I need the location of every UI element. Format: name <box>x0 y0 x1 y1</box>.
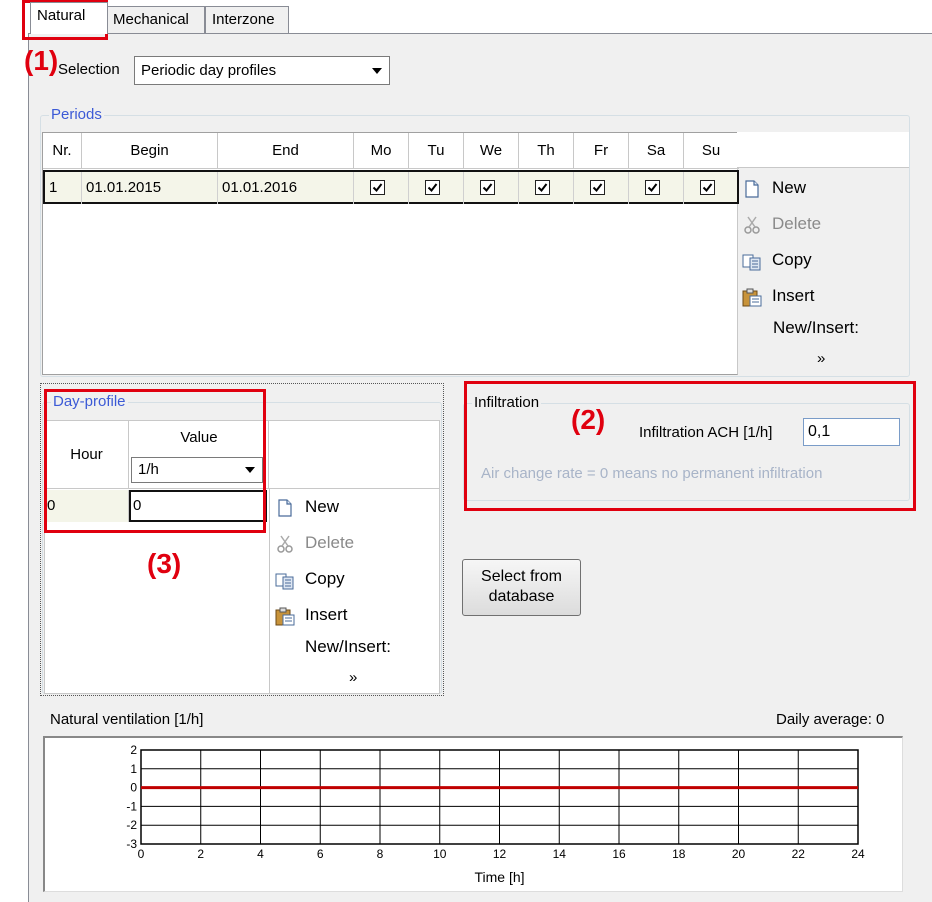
col-th: Th <box>519 133 574 169</box>
selection-combo[interactable]: Periodic day profiles <box>134 56 390 85</box>
periods-actions-header <box>737 132 909 168</box>
col-nr: Nr. <box>43 133 82 169</box>
y-tick-label: -2 <box>126 818 137 832</box>
x-tick-label: 12 <box>493 847 507 861</box>
copy-icon <box>275 573 294 590</box>
periods-grid[interactable]: Nr. Begin End Mo Tu We Th Fr Sa Su 1 01.… <box>42 132 739 375</box>
annotation-box-2 <box>464 381 916 511</box>
copy-icon <box>742 254 761 271</box>
day-copy-label: Copy <box>305 569 345 588</box>
select-from-database-button[interactable]: Select from database <box>462 559 581 616</box>
periods-copy-label: Copy <box>772 250 812 269</box>
y-tick-label: -1 <box>126 799 137 813</box>
checkbox-su[interactable] <box>700 180 715 195</box>
chart-canvas: 0 2 4 6 8 10 12 14 16 18 20 22 24210-1-2-3Time [h] <box>126 743 865 885</box>
tab-mechanical-label: Mechanical <box>113 11 189 28</box>
annotation-box-3 <box>44 389 266 533</box>
checkbox-th[interactable] <box>535 180 550 195</box>
x-tick-label: 2 <box>197 847 204 861</box>
x-tick-label: 24 <box>851 847 865 861</box>
selection-label: Selection <box>58 61 120 78</box>
annotation-label-1: (1) <box>24 45 59 76</box>
col-begin: Begin <box>82 133 218 169</box>
new-document-icon <box>745 180 759 198</box>
checkbox-mo[interactable] <box>370 180 385 195</box>
periods-legend: Periods <box>49 106 104 123</box>
day-delete-label: Delete <box>305 533 355 552</box>
annotation-label-3: (3) <box>147 548 182 579</box>
col-sa: Sa <box>629 133 684 169</box>
select-button-line2: database <box>488 588 555 605</box>
x-tick-label: 18 <box>672 847 686 861</box>
scissors-icon <box>277 535 293 553</box>
table-row[interactable]: 1 01.01.2015 01.01.2016 <box>43 170 739 204</box>
x-tick-label: 10 <box>433 847 447 861</box>
tab-mechanical[interactable]: Mechanical <box>106 6 205 34</box>
x-tick-label: 0 <box>138 847 145 861</box>
periods-insert-label: Insert <box>772 286 815 305</box>
col-end: End <box>218 133 354 169</box>
checkbox-fr[interactable] <box>590 180 605 195</box>
col-fr: Fr <box>574 133 629 169</box>
col-mo: Mo <box>354 133 409 169</box>
col-tu: Tu <box>409 133 464 169</box>
checkbox-sa[interactable] <box>645 180 660 195</box>
select-button-line1: Select from <box>481 568 562 585</box>
periods-new-insert-label: New/Insert: <box>773 318 859 337</box>
col-su: Su <box>684 133 739 169</box>
selection-value: Periodic day profiles <box>141 62 277 79</box>
x-tick-label: 22 <box>792 847 806 861</box>
tab-interzone-label: Interzone <box>212 11 275 28</box>
day-new-insert-label: New/Insert: <box>305 637 391 656</box>
chart-title: Natural ventilation [1/h] <box>50 711 204 728</box>
x-tick-label: 8 <box>377 847 384 861</box>
x-tick-label: 20 <box>732 847 746 861</box>
x-tick-label: 4 <box>257 847 264 861</box>
row-end[interactable]: 01.01.2016 <box>218 172 354 204</box>
day-more-button[interactable]: » <box>349 669 357 686</box>
periods-new-label: New <box>772 178 807 197</box>
checkbox-tu[interactable] <box>425 180 440 195</box>
y-tick-label: 0 <box>130 781 137 795</box>
divider <box>269 489 270 694</box>
paste-clipboard-icon <box>742 288 762 307</box>
y-tick-label: 1 <box>130 762 137 776</box>
x-tick-label: 16 <box>612 847 626 861</box>
x-tick-label: 6 <box>317 847 324 861</box>
col-we: We <box>464 133 519 169</box>
row-begin[interactable]: 01.01.2015 <box>82 172 218 204</box>
daily-average: Daily average: 0 <box>776 711 885 728</box>
y-tick-label: -3 <box>126 837 137 851</box>
periods-delete-label: Delete <box>772 214 822 233</box>
tab-interzone[interactable]: Interzone <box>205 6 289 34</box>
day-insert-label: Insert <box>305 605 348 624</box>
x-tick-label: 14 <box>553 847 567 861</box>
tab-natural-label: Natural <box>37 7 86 24</box>
paste-clipboard-icon <box>275 607 295 626</box>
scissors-icon <box>744 216 760 234</box>
tab-natural[interactable]: Natural <box>30 2 108 34</box>
checkbox-we[interactable] <box>480 180 495 195</box>
annotation-label-2: (2) <box>571 404 606 435</box>
new-document-icon <box>278 499 292 517</box>
day-new-label: New <box>305 497 340 516</box>
periods-more-button[interactable]: » <box>817 350 825 367</box>
chevron-down-icon <box>372 67 382 74</box>
y-tick-label: 2 <box>130 743 137 757</box>
row-nr: 1 <box>45 172 82 204</box>
x-axis-label: Time [h] <box>474 869 524 885</box>
day-actions-header <box>269 421 439 489</box>
